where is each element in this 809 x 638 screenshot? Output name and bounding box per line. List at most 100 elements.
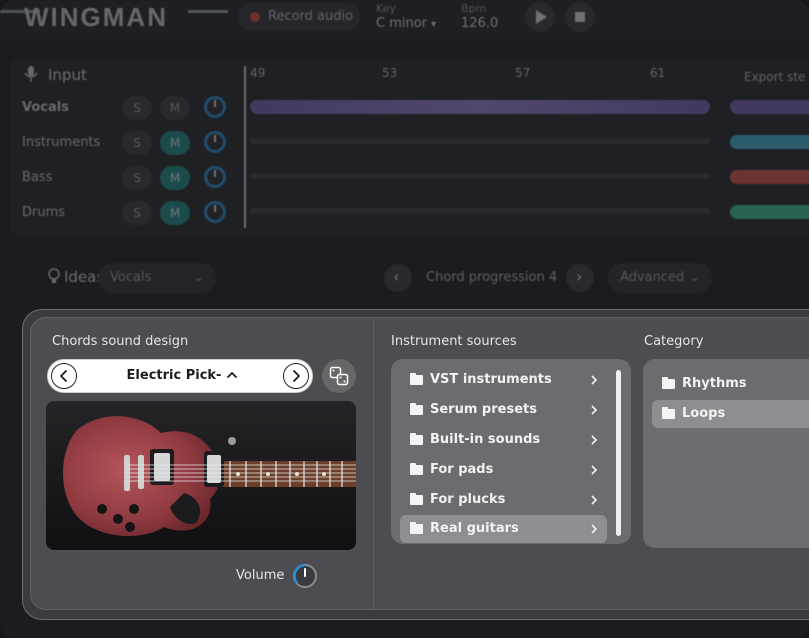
stop-icon [575,12,585,22]
randomize-button[interactable] [322,359,356,393]
ruler-mark: 57 [515,66,531,80]
playhead[interactable] [244,66,246,228]
folder-icon [410,433,423,445]
track-name: Drums [22,205,66,220]
chevron-left-icon: ‹ [393,267,400,286]
folder-icon [410,403,423,415]
solo-button[interactable]: S [122,131,152,155]
export-vocals-wave[interactable] [730,100,809,114]
list-item-serum-presets[interactable]: Serum presets [400,396,607,424]
chevron-right-icon [293,370,300,382]
volume-knob[interactable] [292,563,318,589]
ideas-source-select[interactable]: Vocals ⌄ [98,263,216,293]
category-item-rhythms[interactable]: Rhythms [652,370,809,398]
list-item-label: Real guitars [430,521,519,536]
list-item-built-in-sounds[interactable]: Built-in sounds [400,426,607,454]
list-scrollbar[interactable] [616,370,621,536]
chevron-right-icon [591,405,598,415]
chevron-right-icon [591,375,598,385]
category-item-label: Loops [682,406,726,421]
folder-icon [410,493,423,505]
mute-button[interactable]: M [160,131,190,155]
app-window: WINGMAN Record audio Key C minor ▾ Bpm 1… [0,0,809,638]
folder-icon [662,407,675,419]
chevron-up-icon[interactable] [226,369,238,381]
list-item-label: Serum presets [430,402,537,417]
chevron-right-icon [591,465,598,475]
bpm-label: Bpm [461,2,487,15]
instrument-sources-title: Instrument sources [391,334,517,349]
section-divider [373,318,374,610]
instruments-waveform [250,138,710,144]
advanced-button[interactable]: Advanced ⌄ [608,263,712,293]
list-item-label: VST instruments [430,372,552,387]
mute-button[interactable]: M [160,166,190,190]
track-volume-knob[interactable] [204,166,226,188]
category-title: Category [644,334,704,349]
record-icon [250,12,260,22]
list-item-label: For pads [430,462,494,477]
key-label: Key [376,2,396,15]
record-audio-button[interactable]: Record audio [238,3,360,31]
ruler-mark: 61 [650,66,666,80]
mute-button[interactable]: M [160,96,190,120]
track-volume-knob[interactable] [204,201,226,223]
ruler-mark: 49 [250,66,266,80]
advanced-label: Advanced [620,270,685,285]
chevron-down-icon: ⌄ [193,270,204,285]
category-item-loops[interactable]: Loops [652,400,809,428]
solo-button[interactable]: S [122,201,152,225]
electric-guitar-illustration [63,416,356,537]
chevron-right-icon [591,435,598,445]
key-value: C minor [376,16,428,31]
bass-waveform [250,173,710,179]
chevron-down-icon: ▾ [431,19,437,30]
next-progression-button[interactable]: › [566,264,594,292]
stop-button[interactable] [565,2,595,32]
dice-icon [329,366,349,386]
track-name: Instruments [22,135,101,150]
chevron-right-icon [591,495,598,505]
preset-name[interactable]: Electric Pick-up [118,360,230,415]
solo-button[interactable]: S [122,166,152,190]
top-bar: WINGMAN Record audio Key C minor ▾ Bpm 1… [0,0,809,40]
folder-icon [662,377,675,389]
export-stems-label: Export ste [744,70,806,84]
solo-button[interactable]: S [122,96,152,120]
key-select[interactable]: C minor ▾ [376,16,436,31]
prev-progression-button[interactable]: ‹ [384,264,412,292]
volume-label: Volume [236,568,285,583]
track-volume-knob[interactable] [204,96,226,118]
folder-icon [410,463,423,475]
play-icon [536,10,547,24]
play-button[interactable] [525,2,555,32]
app-logo: WINGMAN [24,2,168,32]
ideas-source-value: Vocals [110,270,152,285]
bpm-value[interactable]: 126.0 [461,16,498,31]
ruler-mark: 53 [382,66,398,80]
instrument-image [46,401,356,550]
track-name: Bass [22,170,53,185]
chevron-right-icon: › [576,267,583,286]
export-bass-wave[interactable] [730,170,809,184]
next-preset-button[interactable] [283,363,309,389]
sound-design-title: Chords sound design [52,334,189,349]
chevron-left-icon [60,370,67,382]
record-audio-label: Record audio [268,9,354,24]
list-item-for-pads[interactable]: For pads [400,456,607,484]
list-item-label: Built-in sounds [430,432,541,447]
mute-button[interactable]: M [160,201,190,225]
list-item-for-plucks[interactable]: For plucks [400,486,607,514]
lightbulb-icon [48,268,60,284]
list-item-real-guitars[interactable]: Real guitars [400,515,607,543]
list-item-vst-instruments[interactable]: VST instruments [400,366,607,394]
folder-icon [410,373,423,385]
export-instruments-wave[interactable] [730,135,809,149]
track-volume-knob[interactable] [204,131,226,153]
chevron-down-icon: ⌄ [689,270,700,285]
chevron-right-icon [591,524,598,534]
preset-selector: Electric Pick-up [47,359,313,415]
prev-preset-button[interactable] [51,363,77,389]
export-drums-wave[interactable] [730,205,809,219]
list-item-label: For plucks [430,492,506,507]
